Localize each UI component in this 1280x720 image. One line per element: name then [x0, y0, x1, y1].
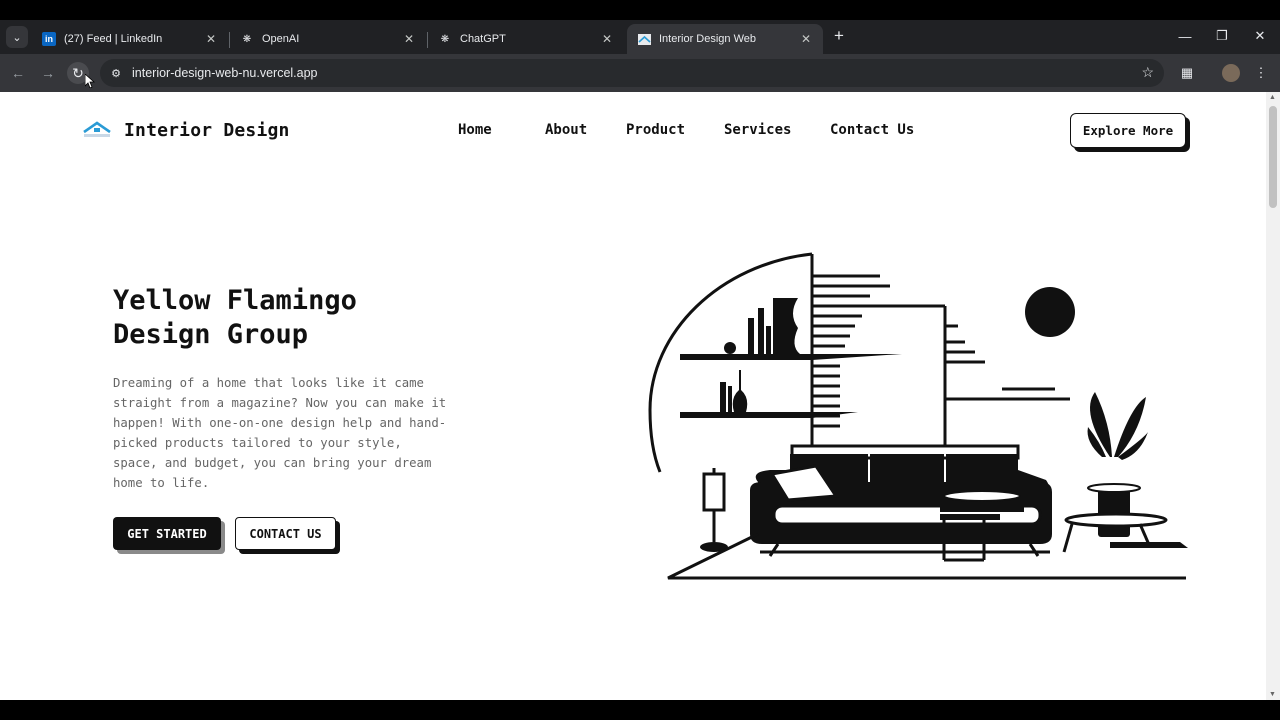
- floor-lamp: [700, 468, 728, 552]
- screen-top-bar: [0, 0, 1280, 20]
- extensions-icon[interactable]: ▦: [1177, 63, 1197, 83]
- minimize-icon[interactable]: —: [1175, 26, 1195, 46]
- close-icon[interactable]: ✕: [204, 32, 218, 46]
- linkedin-icon: in: [42, 32, 56, 46]
- close-icon[interactable]: ✕: [799, 32, 813, 46]
- plant-pot: [1062, 392, 1188, 553]
- close-icon[interactable]: ✕: [600, 32, 614, 46]
- house-logo-icon: [83, 120, 111, 137]
- brand-name: Interior Design: [124, 120, 290, 141]
- tab-search-chevron-icon[interactable]: ⌄: [6, 26, 28, 48]
- restore-icon[interactable]: ❐: [1212, 26, 1232, 46]
- tab-title: (27) Feed | LinkedIn: [64, 33, 163, 45]
- back-arrow-icon[interactable]: ←: [7, 62, 29, 84]
- nav-product[interactable]: Product: [626, 122, 685, 138]
- living-room-illustration: [648, 252, 1188, 580]
- tab-title: Interior Design Web: [659, 33, 757, 45]
- openai-icon: ❋: [440, 33, 450, 45]
- hero-title: Yellow Flamingo Design Group: [113, 284, 357, 352]
- tab-chatgpt[interactable]: ❋ ChatGPT ✕: [428, 24, 624, 54]
- site-favicon: [637, 32, 651, 46]
- window-close-icon[interactable]: ✕: [1250, 26, 1270, 46]
- new-tab-plus-icon[interactable]: +: [829, 26, 849, 46]
- bookmark-star-icon[interactable]: ☆: [1141, 64, 1154, 81]
- forward-arrow-icon[interactable]: →: [37, 62, 59, 84]
- explore-more-button[interactable]: Explore More: [1070, 113, 1186, 148]
- hero-title-line-1: Yellow Flamingo: [113, 285, 357, 316]
- tab-title: OpenAI: [262, 33, 300, 45]
- contact-us-button[interactable]: CONTACT US: [235, 517, 336, 550]
- nav-about[interactable]: About: [545, 122, 587, 138]
- close-icon[interactable]: ✕: [402, 32, 416, 46]
- scroll-down-arrow-icon[interactable]: ▼: [1269, 691, 1276, 698]
- sun-circle: [1025, 287, 1075, 337]
- scroll-up-arrow-icon[interactable]: ▲: [1269, 94, 1276, 101]
- nav-contact-us[interactable]: Contact Us: [830, 122, 914, 138]
- hero-description: Dreaming of a home that looks like it ca…: [113, 376, 447, 490]
- page-scrollbar[interactable]: ▲ ▼: [1266, 92, 1280, 700]
- nav-home[interactable]: Home: [458, 122, 492, 138]
- screen-bottom-bar: [0, 700, 1280, 720]
- browser-tab-strip: ⌄ in (27) Feed | LinkedIn ✕ ❋ OpenAI ✕ ❋…: [0, 20, 1280, 54]
- tab-interior-design-web[interactable]: Interior Design Web ✕: [627, 24, 823, 54]
- nav-services[interactable]: Services: [724, 122, 791, 138]
- tab-linkedin[interactable]: in (27) Feed | LinkedIn ✕: [32, 24, 228, 54]
- arch-wall: [648, 252, 814, 473]
- address-url[interactable]: interior-design-web-nu.vercel.app: [132, 66, 318, 80]
- tab-openai[interactable]: ❋ OpenAI ✕: [230, 24, 426, 54]
- web-page: Interior Design Home About Product Servi…: [0, 92, 1266, 700]
- openai-icon: ❋: [242, 33, 252, 45]
- profile-avatar[interactable]: [1221, 63, 1241, 83]
- site-settings-icon[interactable]: ⚙: [108, 67, 124, 80]
- address-bar[interactable]: ⚙ interior-design-web-nu.vercel.app ☆: [100, 59, 1164, 87]
- sofa: [750, 444, 1052, 557]
- tab-title: ChatGPT: [460, 33, 506, 45]
- scrollbar-thumb[interactable]: [1269, 106, 1277, 208]
- browser-toolbar: ← → ↻ ⚙ interior-design-web-nu.vercel.ap…: [0, 54, 1280, 92]
- get-started-button[interactable]: GET STARTED: [113, 517, 221, 550]
- menu-kebab-icon[interactable]: ⋮: [1251, 63, 1271, 83]
- mouse-cursor-icon: [85, 74, 95, 88]
- brand-logo[interactable]: Interior Design: [82, 120, 290, 141]
- hero-title-line-2: Design Group: [113, 319, 309, 350]
- wall-shelves: [680, 298, 902, 418]
